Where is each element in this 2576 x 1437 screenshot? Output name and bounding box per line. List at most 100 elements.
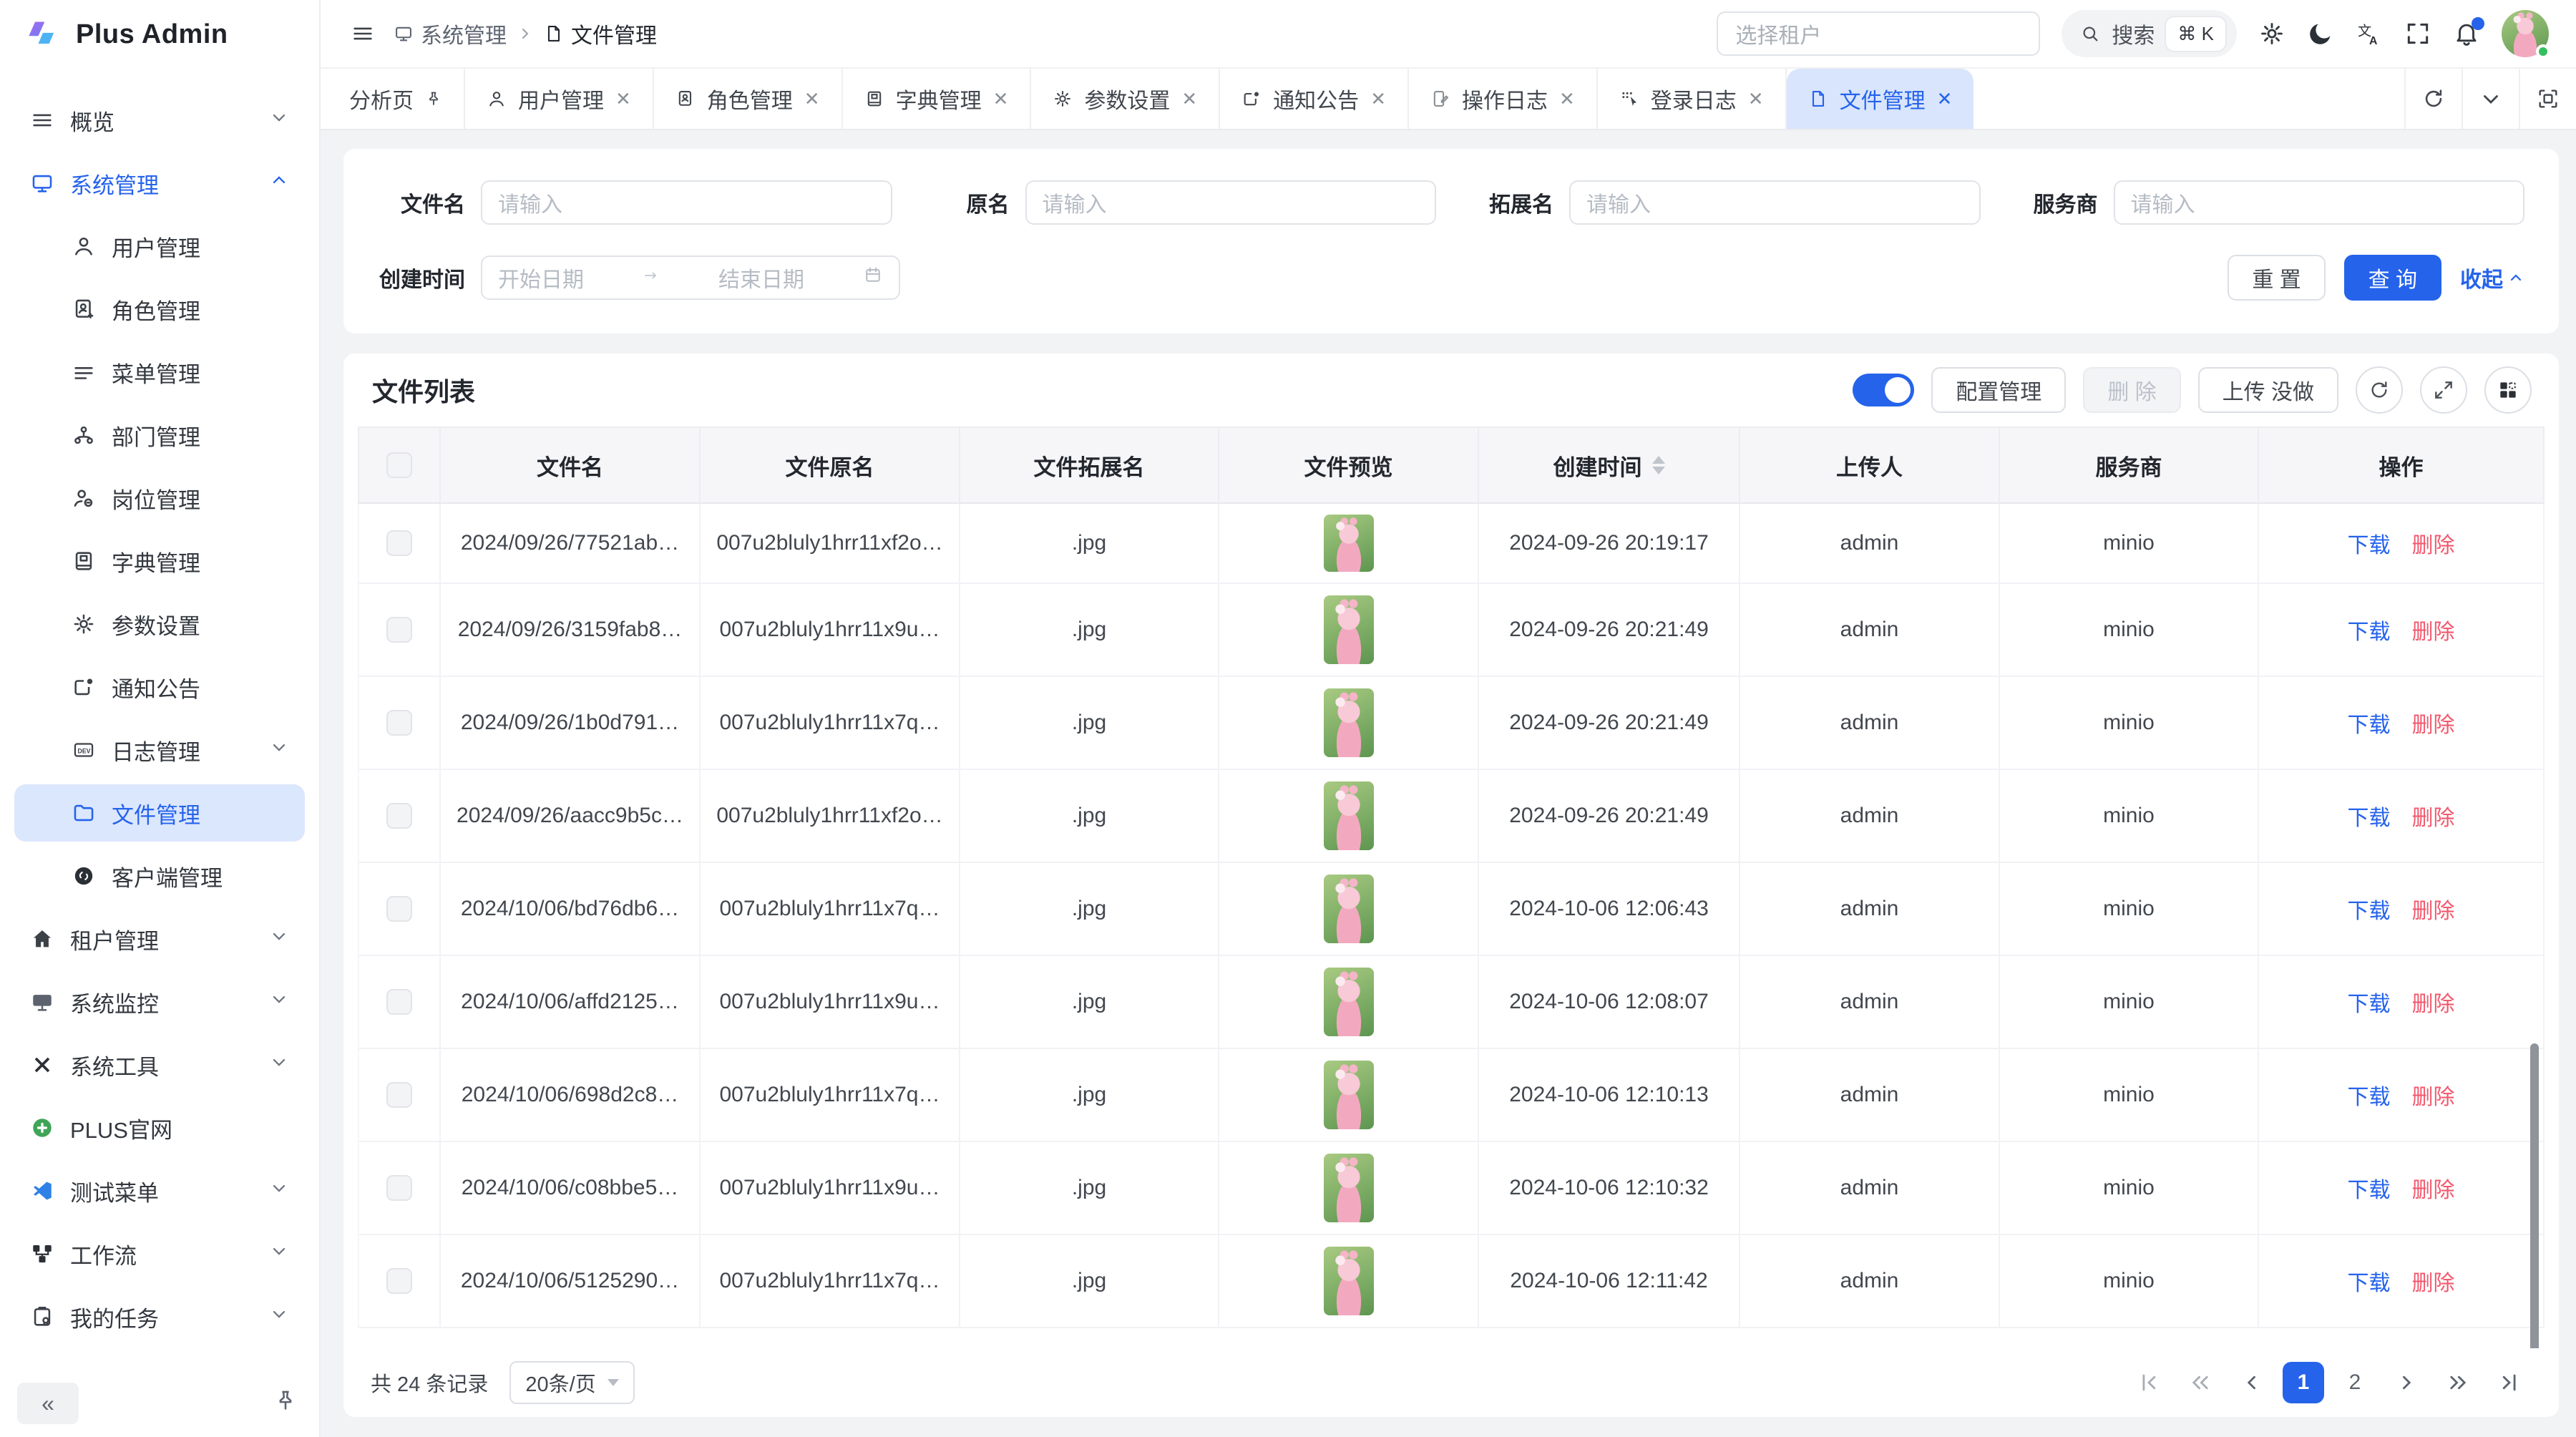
next-page-button[interactable] — [2386, 1362, 2427, 1403]
remove-link[interactable]: 删除 — [2412, 800, 2455, 832]
expand-button[interactable] — [2420, 366, 2467, 414]
row-checkbox[interactable] — [386, 710, 412, 736]
reset-button[interactable]: 重 置 — [2228, 255, 2325, 301]
sidebar-item-mytask[interactable]: 我的任务 — [14, 1288, 305, 1345]
preview-image[interactable] — [1324, 875, 1374, 943]
breadcrumb-root[interactable]: 系统管理 — [394, 18, 507, 49]
tab-param[interactable]: 参数设置✕ — [1031, 69, 1220, 129]
settings-button[interactable] — [2258, 20, 2285, 47]
row-checkbox[interactable] — [386, 803, 412, 829]
remove-link[interactable]: 删除 — [2412, 986, 2455, 1018]
file-name-input[interactable]: 请输入 — [481, 180, 892, 225]
row-checkbox[interactable] — [386, 1082, 412, 1108]
sidebar-collapse-button[interactable]: « — [17, 1383, 79, 1424]
preview-image[interactable] — [1324, 968, 1374, 1036]
sidebar-item-test-menu[interactable]: 测试菜单 — [14, 1162, 305, 1219]
prev-page-button[interactable] — [2231, 1362, 2273, 1403]
fullscreen-button[interactable] — [2404, 20, 2431, 47]
download-link[interactable]: 下载 — [2348, 986, 2391, 1018]
sidebar-item-system[interactable]: 系统管理 — [14, 155, 305, 212]
row-checkbox[interactable] — [386, 617, 412, 643]
remove-link[interactable]: 删除 — [2412, 893, 2455, 925]
hamburger-icon[interactable] — [351, 21, 375, 46]
close-icon[interactable]: ✕ — [1748, 88, 1764, 110]
close-icon[interactable]: ✕ — [1370, 88, 1386, 110]
user-avatar[interactable] — [2502, 10, 2549, 57]
first-page-button[interactable] — [2128, 1362, 2170, 1403]
sidebar-item-plus-site[interactable]: PLUS官网 — [14, 1099, 305, 1156]
preview-image[interactable] — [1324, 1247, 1374, 1315]
tab-file[interactable]: 文件管理✕ — [1787, 69, 1974, 129]
preview-image[interactable] — [1324, 781, 1374, 850]
download-link[interactable]: 下载 — [2348, 707, 2391, 739]
back-5-pages-button[interactable] — [2180, 1362, 2221, 1403]
preview-image[interactable] — [1324, 1061, 1374, 1129]
preview-image[interactable] — [1324, 1154, 1374, 1222]
download-link[interactable]: 下载 — [2348, 800, 2391, 832]
sidebar-item-log[interactable]: DEV 日志管理 — [14, 721, 305, 779]
page-size-select[interactable]: 20条/页 — [509, 1361, 634, 1404]
date-range-input[interactable]: 开始日期 结束日期 — [481, 255, 900, 300]
close-icon[interactable]: ✕ — [1559, 88, 1575, 110]
row-checkbox[interactable] — [386, 1175, 412, 1201]
upload-button[interactable]: 上传 没做 — [2198, 367, 2338, 413]
tabs-more-button[interactable] — [2462, 69, 2519, 129]
tab-user[interactable]: 用户管理✕ — [465, 69, 654, 129]
last-page-button[interactable] — [2489, 1362, 2530, 1403]
tab-role[interactable]: 角色管理✕ — [654, 69, 843, 129]
row-checkbox[interactable] — [386, 530, 412, 556]
tab-notice[interactable]: 通知公告✕ — [1220, 69, 1409, 129]
row-checkbox[interactable] — [386, 896, 412, 922]
sidebar-item-tenant[interactable]: 租户管理 — [14, 910, 305, 968]
download-link[interactable]: 下载 — [2348, 614, 2391, 646]
tab-oplog[interactable]: 操作日志✕ — [1409, 69, 1598, 129]
download-link[interactable]: 下载 — [2348, 1265, 2391, 1297]
download-link[interactable]: 下载 — [2348, 893, 2391, 925]
tenant-select[interactable]: 选择租户 — [1717, 11, 2040, 56]
sidebar-item-workflow[interactable]: 工作流 — [14, 1225, 305, 1282]
remove-link[interactable]: 删除 — [2412, 1265, 2455, 1297]
sidebar-item-role[interactable]: 角色管理 — [14, 281, 305, 338]
select-all-checkbox[interactable] — [386, 452, 412, 478]
notifications-button[interactable] — [2453, 20, 2480, 47]
dark-mode-button[interactable] — [2307, 20, 2334, 47]
sidebar-item-param[interactable]: 参数设置 — [14, 595, 305, 653]
remove-link[interactable]: 删除 — [2412, 1079, 2455, 1111]
close-icon[interactable]: ✕ — [615, 88, 631, 110]
search-toggle[interactable] — [1853, 374, 1914, 406]
sidebar-item-user[interactable]: 用户管理 — [14, 218, 305, 275]
sidebar-item-file[interactable]: 文件管理 — [14, 784, 305, 842]
page-2-button[interactable]: 2 — [2334, 1362, 2376, 1403]
sidebar-item-dict[interactable]: 字典管理 — [14, 532, 305, 590]
preview-image[interactable] — [1324, 515, 1374, 572]
remove-link[interactable]: 删除 — [2412, 614, 2455, 646]
tabs-maximize-button[interactable] — [2519, 69, 2576, 129]
query-button[interactable]: 查 询 — [2344, 255, 2441, 301]
sidebar-item-client[interactable]: 客户端管理 — [14, 847, 305, 905]
close-icon[interactable]: ✕ — [993, 88, 1009, 110]
pin-icon[interactable] — [425, 90, 442, 107]
preview-image[interactable] — [1324, 595, 1374, 664]
sort-icon[interactable] — [1652, 456, 1665, 474]
row-checkbox[interactable] — [386, 1268, 412, 1294]
tab-loginlog[interactable]: 登录日志✕ — [1598, 69, 1787, 129]
remove-link[interactable]: 删除 — [2412, 707, 2455, 739]
sidebar-item-notice[interactable]: 通知公告 — [14, 658, 305, 716]
global-search[interactable]: 搜索 ⌘ K — [2062, 10, 2237, 57]
forward-5-pages-button[interactable] — [2437, 1362, 2479, 1403]
refresh-button[interactable] — [2356, 366, 2403, 414]
tab-dict[interactable]: 字典管理✕ — [843, 69, 1032, 129]
config-manage-button[interactable]: 配置管理 — [1931, 367, 2066, 413]
close-icon[interactable]: ✕ — [1181, 88, 1197, 110]
column-settings-button[interactable] — [2484, 366, 2532, 414]
sidebar-item-post[interactable]: 岗位管理 — [14, 469, 305, 527]
table-scrollbar[interactable] — [2530, 1043, 2539, 1348]
download-link[interactable]: 下载 — [2348, 1079, 2391, 1111]
sidebar-item-menu[interactable]: 菜单管理 — [14, 344, 305, 401]
close-icon[interactable]: ✕ — [1937, 88, 1953, 110]
sidebar-item-dept[interactable]: 部门管理 — [14, 406, 305, 464]
delete-button[interactable]: 删 除 — [2083, 367, 2180, 413]
sidebar-item-tools[interactable]: 系统工具 — [14, 1036, 305, 1093]
row-checkbox[interactable] — [386, 989, 412, 1015]
download-link[interactable]: 下载 — [2348, 1172, 2391, 1204]
